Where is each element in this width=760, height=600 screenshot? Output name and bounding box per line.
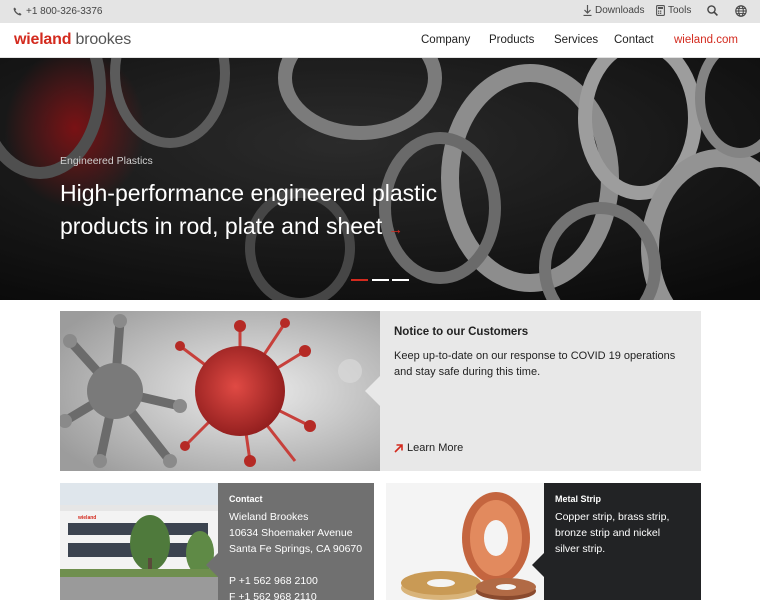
phone-link[interactable]: +1 800-326-3376	[13, 6, 102, 17]
utility-bar: +1 800-326-3376 Downloads Tools	[0, 0, 760, 23]
language-button[interactable]	[735, 5, 747, 17]
tools-label: Tools	[668, 5, 692, 16]
contact-company: Wieland Brookes	[229, 511, 309, 523]
hero-headline[interactable]: High-performance engineered plastic prod…	[60, 177, 440, 246]
main-nav: wieland brookes Company Products Service…	[0, 23, 760, 58]
contact-street: 10634 Shoemaker Avenue	[229, 527, 353, 539]
phone-icon	[13, 7, 22, 16]
hero-eyebrow: Engineered Plastics	[60, 155, 153, 167]
metal-strip-line-2: bronze strip and nickel	[555, 527, 661, 539]
covid-notice-card: Notice to our Customers Keep up-to-date …	[60, 311, 701, 471]
contact-phone[interactable]: P +1 562 968 2100	[229, 573, 318, 589]
building-image: wieland	[60, 483, 218, 600]
globe-icon	[735, 5, 747, 17]
nav-item-contact[interactable]: Contact	[614, 34, 654, 46]
metal-strip-card[interactable]: Metal Strip Copper strip, brass strip, b…	[386, 483, 701, 600]
card-notch	[365, 375, 381, 407]
arrow-right-icon[interactable]: →	[388, 221, 403, 238]
nav-item-company[interactable]: Company	[421, 34, 470, 46]
metal-strip-line-3: silver strip.	[555, 543, 606, 555]
metal-strip-line-1: Copper strip, brass strip,	[555, 511, 670, 523]
carousel-dot-3[interactable]	[392, 279, 409, 281]
search-button[interactable]	[707, 5, 718, 16]
arrow-up-right-icon	[394, 443, 403, 453]
nav-item-products[interactable]: Products	[489, 34, 534, 46]
hero-headline-text: High-performance engineered plastic prod…	[60, 180, 438, 239]
wieland-brookes-logo[interactable]: wieland brookes	[14, 31, 131, 49]
notice-title: Notice to our Customers	[394, 326, 529, 338]
phone-number: +1 800-326-3376	[26, 6, 103, 17]
contact-fax: F +1 562 968 2110	[229, 591, 317, 600]
hero-carousel: Engineered Plastics High-performance eng…	[0, 58, 760, 300]
contact-title: Contact	[229, 494, 263, 504]
contact-city: Santa Fe Springs, CA 90670	[229, 543, 363, 555]
downloads-link[interactable]: Downloads	[583, 5, 644, 16]
search-icon	[707, 5, 718, 16]
metal-strip-title: Metal Strip	[555, 494, 602, 504]
card-notch	[206, 553, 218, 577]
learn-more-link[interactable]: Learn More	[394, 442, 463, 454]
nav-item-wieland-com[interactable]: wieland.com	[674, 34, 738, 46]
virus-image	[60, 311, 380, 471]
copper-coils-image	[386, 483, 544, 600]
download-icon	[583, 5, 592, 16]
carousel-dot-2[interactable]	[372, 279, 389, 281]
learn-more-label: Learn More	[407, 442, 464, 454]
nav-item-services[interactable]: Services	[554, 34, 598, 46]
notice-body: Keep up-to-date on our response to COVID…	[394, 350, 676, 378]
logo-brookes: brookes	[75, 31, 132, 48]
svg-text:wieland: wieland	[77, 515, 96, 521]
carousel-dot-1[interactable]	[351, 279, 368, 281]
contact-card[interactable]: wieland Contact Wieland Brookes 10634 Sh…	[60, 483, 374, 600]
calculator-icon	[656, 5, 665, 16]
logo-wieland: wieland	[14, 31, 72, 48]
card-notch	[532, 553, 544, 577]
downloads-label: Downloads	[595, 5, 645, 16]
tools-link[interactable]: Tools	[656, 5, 691, 16]
